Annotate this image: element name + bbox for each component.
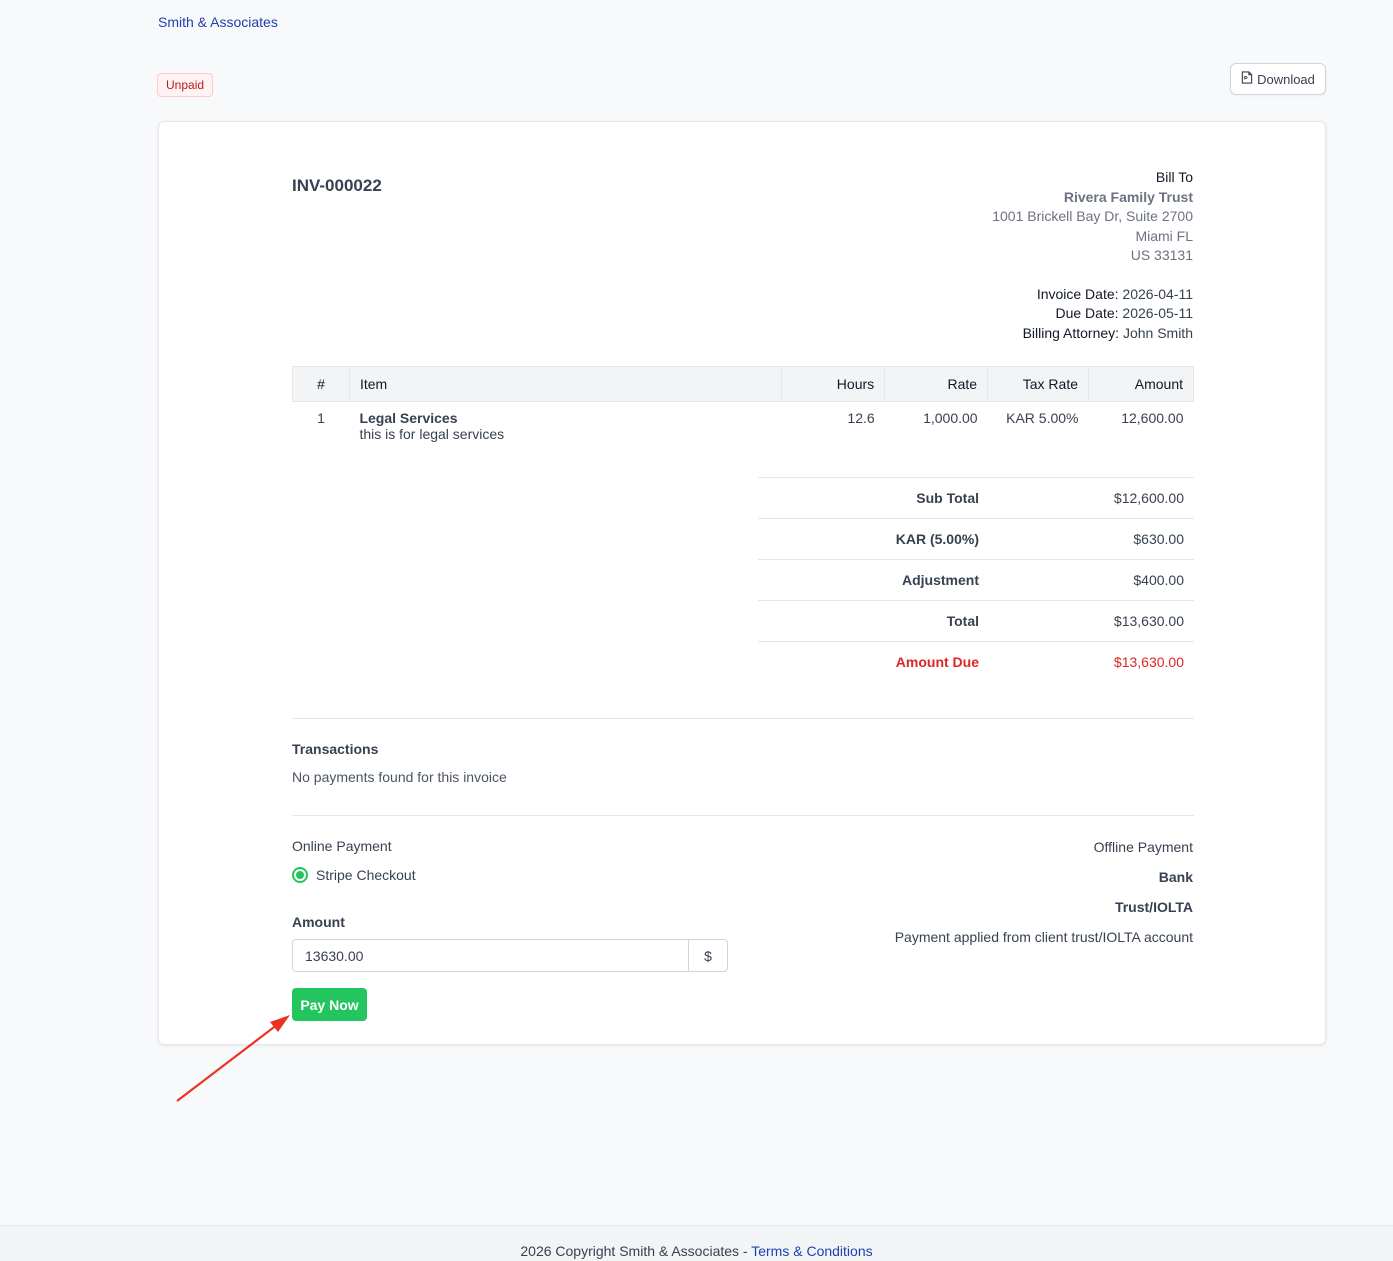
offline-payment-block: Offline Payment Bank Trust/IOLTA Payment… xyxy=(895,838,1193,958)
row-num: 1 xyxy=(317,410,325,426)
divider xyxy=(292,718,1194,719)
col-amount: Amount xyxy=(1088,366,1194,402)
tax-label: KAR (5.00%) xyxy=(895,531,979,547)
address-line-1: 1001 Brickell Bay Dr, Suite 2700 xyxy=(992,208,1193,224)
due-date-label: Due Date: xyxy=(1055,305,1119,321)
transactions-title: Transactions xyxy=(292,741,379,757)
pay-now-button[interactable]: Pay Now xyxy=(292,988,367,1021)
invoice-date: 2026-04-11 xyxy=(1122,285,1193,302)
billing-attorney: John Smith xyxy=(1122,324,1193,341)
tax-value: $630.00 xyxy=(1133,531,1184,547)
offline-payment-title: Offline Payment xyxy=(1093,839,1193,855)
adjustment-row: Adjustment $400.00 xyxy=(758,559,1194,600)
amount-input-group: $ xyxy=(292,939,728,972)
adjustment-value: $400.00 xyxy=(1133,572,1184,588)
due-date: 2026-05-11 xyxy=(1122,305,1193,321)
row-item: Legal Services this is for legal service… xyxy=(349,402,781,451)
table-header-row: # Item Hours Rate Tax Rate Amount xyxy=(292,366,1194,402)
sub-total-label: Sub Total xyxy=(916,490,979,506)
total-value: $13,630.00 xyxy=(1113,613,1184,629)
sub-total-row: Sub Total $12,600.00 xyxy=(758,477,1194,518)
line-items-table: # Item Hours Rate Tax Rate Amount 1 Lega… xyxy=(292,366,1194,450)
amount-due-row: Amount Due $13,630.00 xyxy=(758,641,1194,682)
firm-name-link[interactable]: Smith & Associates xyxy=(158,14,278,30)
col-hours: Hours xyxy=(781,366,886,402)
divider xyxy=(292,815,1194,816)
total-label: Total xyxy=(946,613,979,629)
amount-due-label: Amount Due xyxy=(895,654,979,670)
totals-block: Sub Total $12,600.00 KAR (5.00%) $630.00… xyxy=(758,477,1194,682)
tax-row: KAR (5.00%) $630.00 xyxy=(758,518,1194,559)
col-num: # xyxy=(292,366,350,402)
invoice-card: INV-000022 Bill To Rivera Family Trust 1… xyxy=(158,121,1326,1045)
table-row: 1 Legal Services this is for legal servi… xyxy=(293,402,1194,451)
row-hours: 12.6 xyxy=(847,410,875,426)
invoice-date-label: Invoice Date: xyxy=(1036,285,1119,302)
client-name: Rivera Family Trust xyxy=(1063,188,1193,205)
currency-addon: $ xyxy=(688,939,728,972)
row-tax-rate: KAR 5.00% xyxy=(1006,410,1079,426)
online-payment-title: Online Payment xyxy=(292,838,392,854)
transactions-empty: No payments found for this invoice xyxy=(292,769,507,785)
col-rate: Rate xyxy=(884,366,989,402)
row-amount: 12,600.00 xyxy=(1121,410,1184,426)
row-rate: 1,000.00 xyxy=(923,410,978,426)
col-tax-rate: Tax Rate xyxy=(987,366,1089,402)
bank-label: Bank xyxy=(1158,869,1193,885)
amount-input[interactable] xyxy=(292,939,688,972)
pdf-file-icon xyxy=(1241,71,1253,87)
trust-description: Payment applied from client trust/IOLTA … xyxy=(894,929,1193,945)
item-description: this is for legal services xyxy=(359,426,505,442)
bill-to-block: Bill To Rivera Family Trust 1001 Brickel… xyxy=(992,168,1193,343)
invoice-number: INV-000022 xyxy=(292,176,382,195)
amount-due-value: $13,630.00 xyxy=(1113,654,1184,670)
col-item: Item xyxy=(348,366,783,402)
attorney-label: Billing Attorney: xyxy=(1022,324,1120,341)
download-label: Download xyxy=(1257,71,1315,87)
address-line-2: Miami FL xyxy=(1135,227,1193,244)
footer: 2026 Copyright Smith & Associates - Term… xyxy=(0,1225,1393,1261)
total-row: Total $13,630.00 xyxy=(758,600,1194,641)
bill-to-label: Bill To xyxy=(1155,169,1193,185)
sub-total-value: $12,600.00 xyxy=(1113,490,1184,506)
terms-link[interactable]: Terms & Conditions xyxy=(751,1243,872,1259)
item-name: Legal Services xyxy=(359,410,458,426)
stripe-checkout-radio[interactable] xyxy=(292,867,308,883)
address-line-3: US 33131 xyxy=(1130,247,1193,263)
stripe-checkout-label: Stripe Checkout xyxy=(316,867,416,883)
status-badge: Unpaid xyxy=(157,73,214,97)
trust-label: Trust/IOLTA xyxy=(1114,899,1193,915)
footer-copyright: 2026 Copyright Smith & Associates - xyxy=(520,1243,752,1259)
invoice-meta: Invoice Date: 2026-04-11 Due Date: 2026-… xyxy=(992,285,1193,344)
stripe-checkout-option[interactable]: Stripe Checkout xyxy=(292,867,416,883)
amount-label: Amount xyxy=(292,914,345,930)
adjustment-label: Adjustment xyxy=(902,572,979,588)
download-button[interactable]: Download xyxy=(1230,63,1326,95)
